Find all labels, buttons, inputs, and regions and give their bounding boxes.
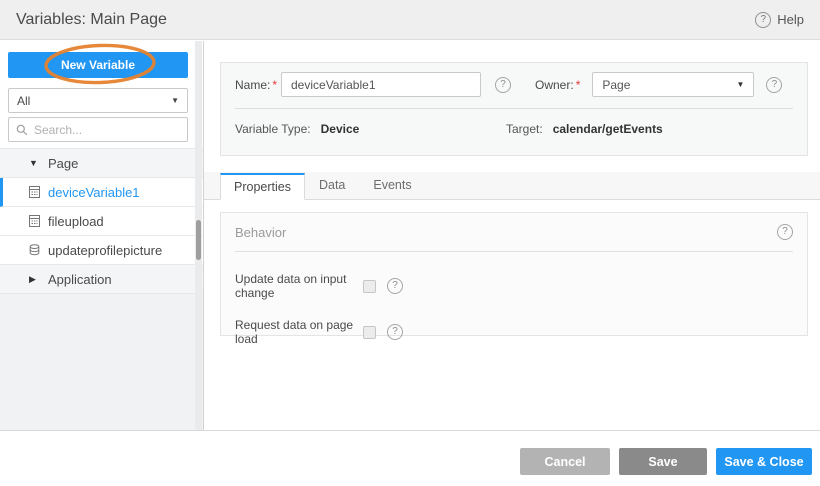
variable-filter-dropdown[interactable]: All ▼ — [8, 88, 188, 113]
sidebar-empty-area — [0, 294, 203, 430]
owner-dropdown[interactable]: Page ▼ — [592, 72, 754, 97]
owner-value: Page — [602, 78, 630, 92]
type-target-row: Variable Type: Device Target: calendar/g… — [235, 122, 793, 136]
owner-label: Owner:* — [535, 78, 580, 92]
variable-search[interactable] — [8, 117, 188, 142]
name-input[interactable] — [281, 72, 481, 97]
tree-item-devicevariable1[interactable]: deviceVariable1 — [0, 178, 203, 207]
behavior-title: Behavior — [235, 225, 286, 240]
dialog-header: Variables: Main Page ? Help — [0, 0, 820, 40]
request-data-checkbox[interactable] — [363, 326, 376, 339]
save-button[interactable]: Save — [619, 448, 707, 475]
dialog-body: New Variable All ▼ ▼ — [0, 41, 820, 430]
variables-tree: ▼ Page deviceVariable1 — [0, 148, 203, 294]
tree-item-label: Page — [48, 156, 78, 171]
help-button[interactable]: ? Help — [755, 12, 804, 28]
help-icon: ? — [755, 12, 771, 28]
chevron-down-icon: ▼ — [171, 96, 179, 105]
variables-sidebar: New Variable All ▼ ▼ — [0, 41, 204, 430]
name-help-icon[interactable]: ? — [495, 77, 511, 93]
tree-item-updateprofilepicture[interactable]: updateprofilepicture — [0, 236, 203, 265]
save-and-close-button[interactable]: Save & Close — [716, 448, 812, 475]
option-request-on-page-load: Request data on page load ? — [235, 318, 793, 346]
behavior-help-icon[interactable]: ? — [777, 224, 793, 240]
page-title: Variables: Main Page — [16, 11, 167, 29]
tree-item-fileupload[interactable]: fileupload — [0, 207, 203, 236]
sidebar-controls: New Variable All ▼ — [0, 41, 203, 142]
name-label: Name:* — [235, 78, 281, 92]
form-divider — [235, 108, 793, 109]
variable-type-value: Device — [321, 122, 360, 136]
tree-item-page[interactable]: ▼ Page — [0, 149, 203, 178]
tab-data[interactable]: Data — [305, 172, 359, 199]
tab-events[interactable]: Events — [359, 172, 425, 199]
tree-item-label: deviceVariable1 — [48, 185, 140, 200]
variable-type-label: Variable Type: — [235, 122, 311, 136]
option-help-icon[interactable]: ? — [387, 324, 403, 340]
target-label: Target: — [506, 122, 543, 136]
behavior-header: Behavior ? — [235, 213, 793, 251]
search-icon — [16, 124, 28, 136]
variables-dialog: Variables: Main Page ? Help New Variable… — [0, 0, 820, 486]
target-value: calendar/getEvents — [553, 122, 663, 136]
required-asterisk: * — [576, 78, 581, 92]
collapsed-arrow-icon[interactable]: ▶ — [29, 274, 43, 285]
variable-detail-panel: Name:* ? Owner:* Page ▼ ? Variable Type:… — [204, 41, 820, 430]
option-label: Update data on input change — [235, 272, 363, 300]
tree-item-label: Application — [48, 272, 112, 287]
device-variable-icon — [29, 186, 43, 198]
name-owner-row: Name:* ? Owner:* Page ▼ ? — [235, 72, 793, 97]
target-group: Target: calendar/getEvents — [506, 122, 663, 136]
option-help-icon[interactable]: ? — [387, 278, 403, 294]
cancel-button[interactable]: Cancel — [520, 448, 610, 475]
dialog-footer: Cancel Save Save & Close — [0, 430, 820, 486]
help-label: Help — [777, 12, 804, 27]
device-variable-icon — [29, 215, 43, 227]
variable-filter-value: All — [17, 94, 30, 108]
service-variable-icon — [29, 244, 43, 256]
update-data-checkbox[interactable] — [363, 280, 376, 293]
detail-tabs: Properties Data Events — [204, 172, 820, 200]
owner-help-icon[interactable]: ? — [766, 77, 782, 93]
option-update-on-input-change: Update data on input change ? — [235, 272, 793, 300]
behavior-divider — [235, 251, 793, 252]
tree-item-label: fileupload — [48, 214, 104, 229]
option-label: Request data on page load — [235, 318, 363, 346]
tab-properties[interactable]: Properties — [220, 173, 305, 200]
search-input[interactable] — [34, 123, 189, 137]
expand-arrow-icon[interactable]: ▼ — [29, 158, 43, 168]
tree-item-application[interactable]: ▶ Application — [0, 265, 203, 294]
chevron-down-icon: ▼ — [736, 80, 744, 89]
behavior-section: Behavior ? Update data on input change ?… — [220, 212, 808, 336]
variable-summary-form: Name:* ? Owner:* Page ▼ ? Variable Type:… — [220, 62, 808, 156]
required-asterisk: * — [272, 78, 277, 92]
tree-item-label: updateprofilepicture — [48, 243, 162, 258]
sidebar-scrollbar-thumb[interactable] — [196, 220, 201, 260]
new-variable-button[interactable]: New Variable — [8, 52, 188, 78]
